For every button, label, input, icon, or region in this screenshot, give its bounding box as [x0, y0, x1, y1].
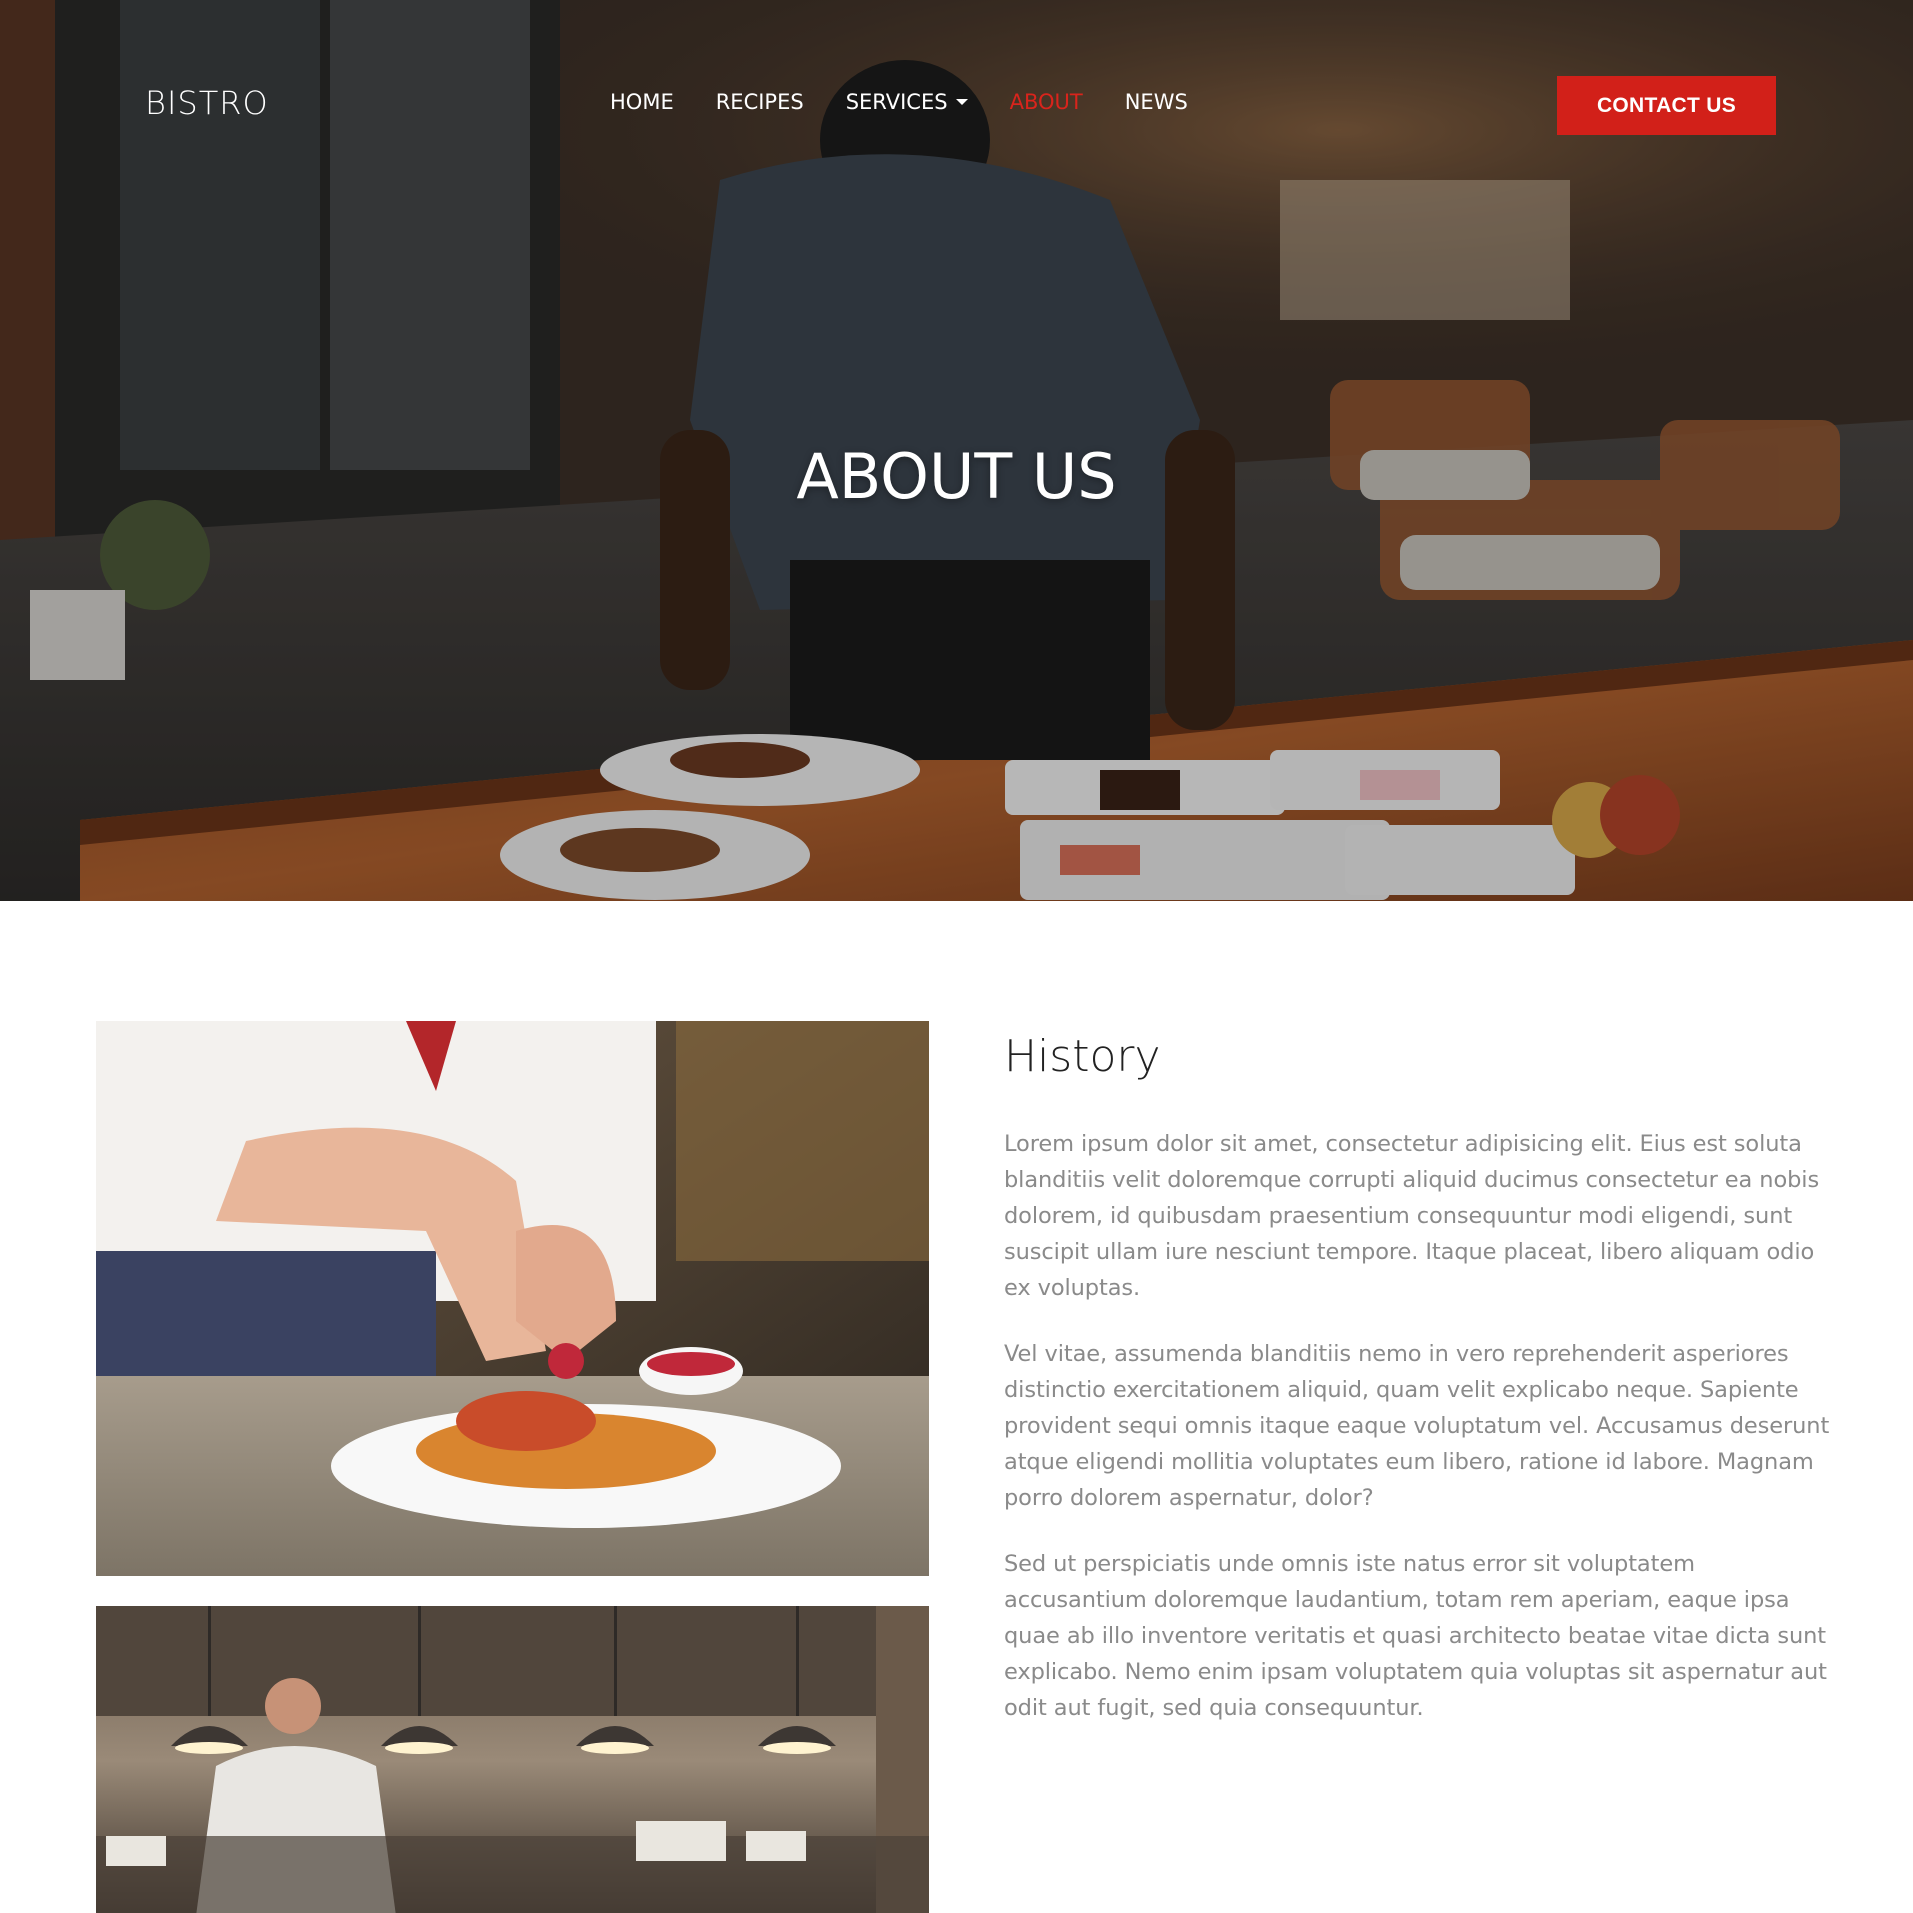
history-paragraph-3: Sed ut perspiciatis unde omnis iste natu…: [1004, 1551, 1827, 1721]
chevron-down-icon: [955, 99, 968, 105]
nav-item-home[interactable]: HOME: [610, 90, 674, 114]
restaurant-kitchen-photo: [96, 1606, 929, 1913]
nav-item-about[interactable]: ABOUT: [1010, 90, 1083, 114]
nav-item-services-label: SERVICES: [845, 90, 948, 114]
brand-logo[interactable]: BISTRO: [145, 84, 269, 122]
chef-plating-photo: [96, 1021, 929, 1576]
history-paragraph-1: Lorem ipsum dolor sit amet, consectetur …: [1004, 1131, 1820, 1301]
history-section: History Lorem ipsum dolor sit amet, cons…: [1004, 1021, 1834, 1756]
hero-section: BISTRO HOME RECIPES SERVICES ABOUT NEWS …: [0, 0, 1913, 901]
history-paragraph-2: Vel vitae, assumenda blanditiis nemo in …: [1004, 1341, 1830, 1511]
nav-item-recipes[interactable]: RECIPES: [716, 90, 804, 114]
page-title: ABOUT US: [796, 440, 1117, 513]
history-heading: History: [1004, 1031, 1161, 1082]
nav-item-news[interactable]: NEWS: [1125, 90, 1188, 114]
nav-links: HOME RECIPES SERVICES ABOUT NEWS: [610, 90, 1230, 114]
contact-us-button[interactable]: CONTACT US: [1557, 76, 1776, 135]
nav-item-services[interactable]: SERVICES: [846, 90, 968, 114]
navbar: BISTRO HOME RECIPES SERVICES ABOUT NEWS …: [0, 0, 1913, 210]
